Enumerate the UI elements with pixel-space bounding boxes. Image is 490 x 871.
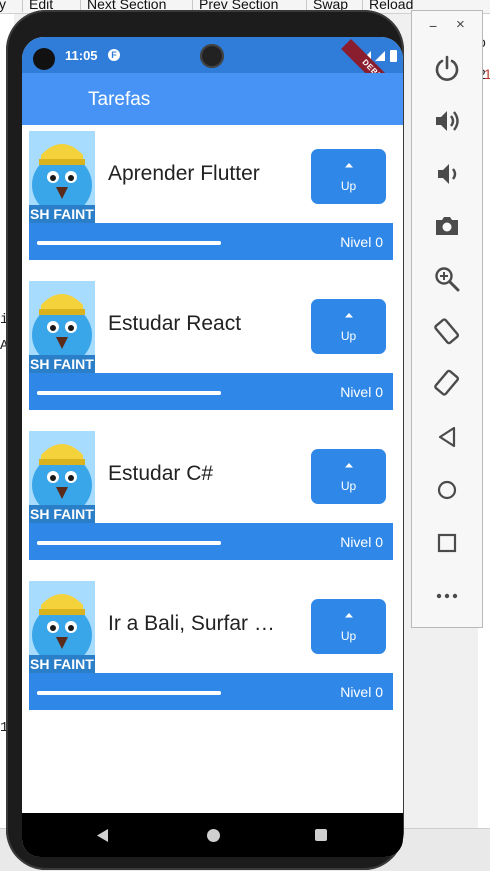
app-bar: Tarefas [22, 73, 403, 125]
task-card-footer: Nivel 0 [29, 523, 393, 560]
arrow-up-icon [345, 163, 353, 168]
front-camera [200, 44, 224, 68]
home-icon[interactable] [432, 475, 462, 505]
minimize-button[interactable]: − [429, 18, 437, 34]
task-card-top: SH FAINT Estudar React Up [29, 281, 393, 373]
task-name: Estudar React [108, 312, 242, 335]
svg-text:SH FAINT: SH FAINT [30, 356, 94, 372]
task-thumbnail: SH FAINT [29, 431, 95, 523]
status-clock: 11:05 [65, 48, 98, 63]
task-card: SH FAINT Aprender Flutter Up Nivel 0 [29, 131, 393, 260]
svg-text:SH FAINT: SH FAINT [30, 206, 94, 222]
level-progress-bar [37, 541, 221, 545]
phone-frame: 11:05 F DEBUG Tarefas SH FAINT Aprender … [6, 10, 404, 870]
level-progress-fill [37, 241, 221, 245]
task-list: SH FAINT Aprender Flutter Up Nivel 0 SH … [22, 125, 403, 813]
nav-home-icon[interactable] [207, 829, 220, 842]
task-card-top: SH FAINT Ir a Bali, Surfar … Up [29, 581, 393, 673]
volume-up-icon[interactable] [432, 106, 462, 136]
task-thumbnail: SH FAINT [29, 281, 95, 373]
level-up-label: Up [340, 629, 357, 643]
camera-icon[interactable] [432, 211, 462, 241]
level-progress-bar [37, 391, 221, 395]
level-indicator: Nivel 0 [340, 234, 383, 250]
emulator-panel: − × [411, 10, 483, 628]
ide-menu-item[interactable]: y [0, 0, 12, 12]
task-card-footer: Nivel 0 [29, 673, 393, 710]
level-progress-bar [37, 691, 221, 695]
bird-meme-image: SH FAINT [29, 581, 95, 673]
level-indicator: Nivel 0 [340, 684, 383, 700]
task-card-footer: Nivel 0 [29, 373, 393, 410]
rotate-right-icon[interactable] [432, 368, 462, 398]
level-progress-fill [37, 541, 221, 545]
zoom-icon[interactable] [432, 264, 462, 294]
task-card: SH FAINT Estudar React Up Nivel 0 [29, 281, 393, 410]
level-progress-fill [37, 691, 221, 695]
level-up-button[interactable]: Up [311, 449, 386, 504]
bird-meme-image: SH FAINT [29, 281, 95, 373]
back-icon[interactable] [432, 422, 462, 452]
level-up-button[interactable]: Up [311, 599, 386, 654]
emulator-titlebar: − × [412, 11, 482, 41]
level-up-label: Up [340, 479, 357, 493]
app-badge-icon: F [108, 49, 120, 61]
more-icon[interactable] [432, 581, 462, 611]
task-name: Aprender Flutter [108, 162, 260, 185]
arrow-up-icon [345, 313, 353, 318]
task-thumbnail: SH FAINT [29, 131, 95, 223]
nav-overview-icon[interactable] [315, 829, 327, 841]
level-up-label: Up [340, 329, 357, 343]
volume-down-icon[interactable] [432, 159, 462, 189]
status-bar: 11:05 F DEBUG [22, 37, 403, 106]
close-button[interactable]: × [456, 16, 465, 33]
task-name: Estudar C# [108, 462, 214, 485]
android-nav-bar [22, 813, 403, 857]
arrow-up-icon [345, 613, 353, 618]
task-card-top: SH FAINT Aprender Flutter Up [29, 131, 393, 223]
level-up-button[interactable]: Up [311, 299, 386, 354]
overview-icon[interactable] [432, 528, 462, 558]
arrow-up-icon [345, 463, 353, 468]
task-card-top: SH FAINT Estudar C# Up [29, 431, 393, 523]
level-progress-fill [37, 391, 221, 395]
ide-pane-text: 1 [484, 66, 490, 82]
level-progress-bar [37, 241, 221, 245]
nav-back-icon[interactable] [95, 828, 109, 843]
task-card-footer: Nivel 0 [29, 223, 393, 260]
page-title: Tarefas [88, 89, 151, 110]
phone-screen: 11:05 F DEBUG Tarefas SH FAINT Aprender … [22, 37, 403, 857]
svg-text:SH FAINT: SH FAINT [30, 656, 94, 672]
level-indicator: Nivel 0 [340, 384, 383, 400]
power-icon[interactable] [432, 53, 462, 83]
svg-text:SH FAINT: SH FAINT [30, 506, 94, 522]
punch-hole-camera [33, 48, 55, 70]
task-card: SH FAINT Estudar C# Up Nivel 0 [29, 431, 393, 560]
level-up-label: Up [340, 179, 357, 193]
level-up-button[interactable]: Up [311, 149, 386, 204]
level-indicator: Nivel 0 [340, 534, 383, 550]
rotate-left-icon[interactable] [432, 316, 462, 346]
task-name: Ir a Bali, Surfar … [108, 612, 275, 635]
task-card: SH FAINT Ir a Bali, Surfar … Up Nivel 0 [29, 581, 393, 710]
task-thumbnail: SH FAINT [29, 581, 95, 673]
bird-meme-image: SH FAINT [29, 131, 95, 223]
bird-meme-image: SH FAINT [29, 431, 95, 523]
